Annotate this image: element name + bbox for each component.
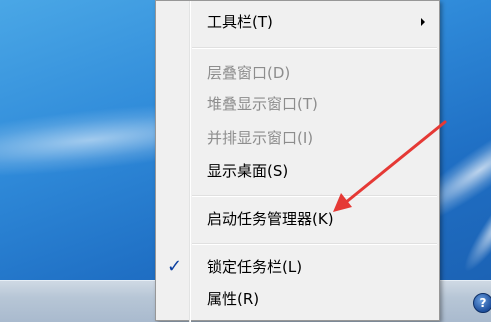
menu-item-label: 启动任务管理器(K) <box>207 210 334 228</box>
checkmark-icon: ✓ <box>167 256 183 277</box>
menu-item-label: 工具栏(T) <box>207 13 273 31</box>
menu-item-toolbars[interactable]: 工具栏(T) <box>158 9 437 35</box>
menu-item-side-by-side-windows: 并排显示窗口(I) <box>158 125 437 151</box>
menu-separator <box>192 47 437 49</box>
menu-item-properties[interactable]: 属性(R) <box>158 286 437 312</box>
menu-item-label: 锁定任务栏(L) <box>207 258 303 276</box>
menu-item-lock-taskbar[interactable]: ✓ 锁定任务栏(L) <box>158 254 437 280</box>
menu-item-show-desktop[interactable]: 显示桌面(S) <box>158 158 437 184</box>
menu-item-label: 并排显示窗口(I) <box>207 129 314 147</box>
menu-item-label: 堆叠显示窗口(T) <box>207 95 318 113</box>
menu-separator <box>192 243 437 245</box>
submenu-arrow-icon <box>421 18 425 26</box>
menu-item-label: 显示桌面(S) <box>207 162 289 180</box>
menu-item-start-task-manager[interactable]: 启动任务管理器(K) <box>158 206 437 232</box>
menu-separator <box>192 195 437 197</box>
menu-item-cascade-windows: 层叠窗口(D) <box>158 60 437 86</box>
help-icon[interactable]: ? <box>473 293 491 313</box>
menu-item-label: 层叠窗口(D) <box>207 64 291 82</box>
menu-item-label: 属性(R) <box>207 290 260 308</box>
taskbar-context-menu: 工具栏(T) 层叠窗口(D) 堆叠显示窗口(T) 并排显示窗口(I) 显示桌面(… <box>155 0 440 322</box>
menu-item-stack-windows: 堆叠显示窗口(T) <box>158 91 437 117</box>
